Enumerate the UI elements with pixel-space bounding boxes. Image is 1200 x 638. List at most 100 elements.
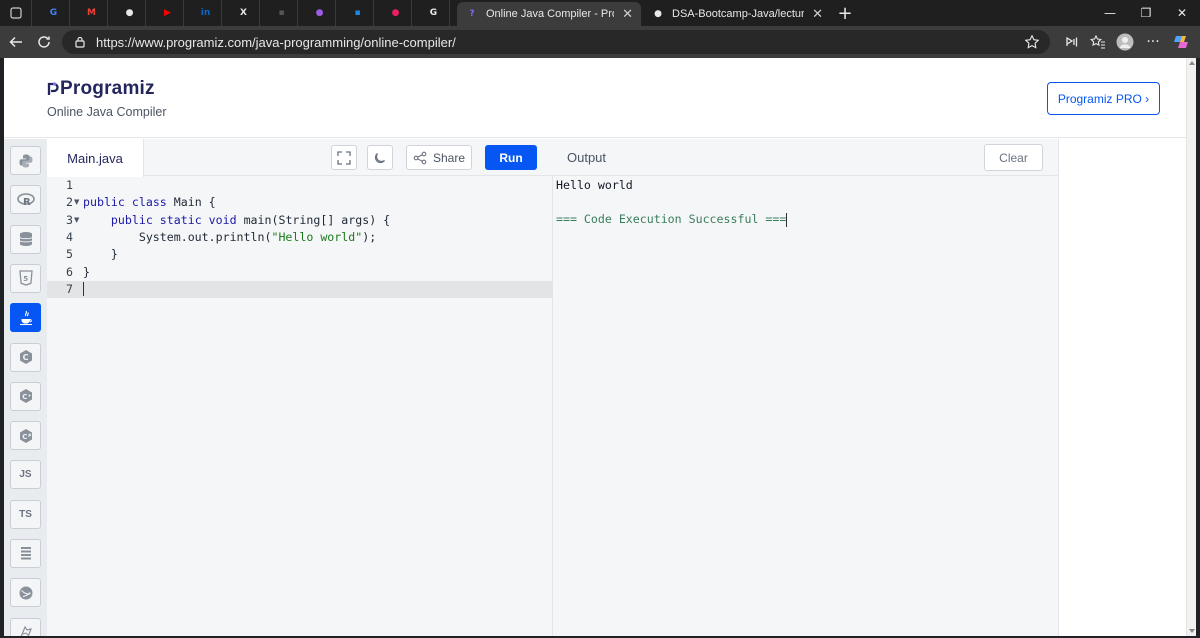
code-line: 7 bbox=[47, 280, 553, 298]
back-button[interactable] bbox=[4, 30, 28, 54]
right-ad-space bbox=[1059, 139, 1186, 636]
browser-menu-button[interactable] bbox=[0, 0, 32, 26]
language-button-cpp[interactable]: C + bbox=[10, 381, 41, 411]
run-button[interactable]: Run bbox=[485, 145, 537, 170]
output-line: Hello world bbox=[556, 178, 633, 192]
read-aloud-button[interactable] bbox=[1060, 30, 1084, 54]
language-button-rust[interactable] bbox=[10, 617, 41, 636]
language-button-c[interactable]: C bbox=[10, 342, 41, 372]
code-input-area[interactable]: 1 2 ▼ public class Main {3 ▼ public static v… bbox=[47, 177, 553, 636]
app-blue-favicon-icon: ▪ bbox=[354, 7, 361, 18]
arrow-left-icon bbox=[9, 36, 22, 48]
url-text: https://www.programiz.com/java-programmi… bbox=[96, 34, 456, 50]
code-text: } bbox=[83, 247, 118, 262]
pinned-tab-gmail[interactable]: M bbox=[76, 0, 108, 26]
c-icon: C bbox=[18, 349, 34, 365]
x-favicon-icon: X bbox=[240, 7, 247, 18]
scroll-down-icon[interactable] bbox=[1189, 629, 1195, 633]
language-sidebar: R 5 C C + C # JS TS bbox=[4, 139, 47, 636]
language-button-r[interactable]: R bbox=[10, 185, 41, 215]
programiz-pro-button[interactable]: Programiz PRO › bbox=[1047, 82, 1160, 115]
clear-button[interactable]: Clear bbox=[984, 144, 1043, 171]
line-number: 6 bbox=[66, 264, 73, 279]
close-window-button[interactable]: ✕ bbox=[1164, 0, 1200, 26]
tab-dsa-bootcamp[interactable]: ● DSA-Bootcamp-Java/lectures/05- ✕ bbox=[643, 2, 831, 26]
code-text bbox=[83, 281, 84, 298]
code-line: 2 ▼ public class Main { bbox=[47, 194, 553, 211]
google-favicon-icon: G bbox=[49, 7, 58, 18]
pinned-tab-app-dark[interactable]: ▪ bbox=[266, 0, 298, 26]
profile-button[interactable] bbox=[1113, 30, 1137, 54]
java-icon bbox=[18, 310, 34, 326]
language-button-python[interactable] bbox=[10, 146, 41, 175]
language-button-csharp[interactable]: C # bbox=[10, 421, 41, 451]
fold-arrow-icon[interactable]: ▼ bbox=[74, 212, 79, 229]
maximize-button[interactable]: ❐ bbox=[1128, 0, 1164, 26]
share-label: Share bbox=[432, 150, 466, 165]
reload-button[interactable] bbox=[32, 30, 56, 54]
reload-icon bbox=[38, 36, 50, 48]
app-dark-favicon-icon: ▪ bbox=[278, 7, 285, 18]
csharp-icon: C # bbox=[18, 428, 34, 444]
pinned-tab-google-alt[interactable]: G bbox=[418, 0, 450, 26]
close-tab-icon[interactable]: ✕ bbox=[622, 7, 633, 22]
language-button-swift[interactable] bbox=[10, 578, 41, 608]
rust-icon bbox=[18, 624, 34, 636]
gmail-favicon-icon: M bbox=[87, 7, 96, 18]
pinned-tab-app-blue[interactable]: ▪ bbox=[342, 0, 374, 26]
code-text: System.out.println("Hello world"); bbox=[83, 229, 377, 244]
page-scrollbar[interactable] bbox=[1186, 58, 1196, 636]
dark-mode-button[interactable] bbox=[367, 145, 393, 170]
language-button-typescript[interactable]: TS bbox=[10, 499, 41, 529]
svg-text:C: C bbox=[22, 353, 28, 362]
fullscreen-button[interactable] bbox=[331, 145, 357, 170]
pinned-tab-youtube[interactable]: ▶ bbox=[152, 0, 184, 26]
code-editor-panel: Main.java Share Run 1 2 ▼ public class Main… bbox=[47, 139, 553, 636]
r-icon: R bbox=[16, 192, 35, 207]
code-line: 4 System.out.println("Hello world"); bbox=[47, 229, 553, 246]
bookmark-star-icon[interactable] bbox=[1024, 34, 1040, 55]
favorites-button[interactable] bbox=[1086, 30, 1110, 54]
copilot-icon bbox=[1174, 36, 1188, 48]
javascript-label: JS bbox=[19, 469, 32, 481]
pinned-tab-app-purple[interactable]: ● bbox=[304, 0, 336, 26]
close-tab-icon[interactable]: ✕ bbox=[812, 7, 823, 22]
line-number: 3 bbox=[66, 212, 73, 227]
line-number: 5 bbox=[66, 247, 73, 262]
language-button-go[interactable] bbox=[10, 539, 41, 568]
tab-online-java-compiler[interactable]: ? Online Java Compiler - Programiz ✕ bbox=[457, 2, 641, 26]
language-button-sql[interactable] bbox=[10, 224, 41, 254]
line-number: 2 bbox=[66, 195, 73, 210]
pinned-tab-github[interactable]: ● bbox=[114, 0, 146, 26]
pinned-tab-x[interactable]: X bbox=[228, 0, 260, 26]
fold-arrow-icon[interactable]: ▼ bbox=[74, 194, 79, 211]
site-header: Programiz Online Java Compiler Programiz… bbox=[4, 58, 1196, 138]
settings-more-button[interactable]: ··· bbox=[1141, 30, 1165, 54]
pinned-tab-linkedin[interactable]: in bbox=[190, 0, 222, 26]
avatar-icon bbox=[1116, 33, 1134, 51]
language-button-java[interactable] bbox=[10, 303, 41, 333]
share-button[interactable]: Share bbox=[406, 145, 472, 170]
scroll-up-icon[interactable] bbox=[1189, 61, 1195, 65]
tab-actions-icon bbox=[9, 7, 22, 19]
site-info-icon[interactable] bbox=[72, 34, 88, 50]
pinned-tab-google[interactable]: G bbox=[38, 0, 70, 26]
youtube-favicon-icon: ▶ bbox=[164, 7, 171, 18]
more-horizontal-icon: ··· bbox=[1146, 34, 1160, 50]
editor-toolbar: Main.java Share Run bbox=[47, 139, 553, 177]
new-tab-button[interactable]: + bbox=[834, 2, 856, 24]
language-button-html[interactable]: 5 bbox=[10, 263, 41, 293]
page-subtitle: Online Java Compiler bbox=[47, 105, 167, 119]
svg-text:+: + bbox=[27, 393, 31, 399]
copilot-button[interactable] bbox=[1169, 30, 1193, 54]
favorites-icon bbox=[1090, 34, 1105, 49]
sql-icon bbox=[19, 231, 33, 247]
line-number: 4 bbox=[66, 229, 73, 244]
minimize-button[interactable]: — bbox=[1092, 0, 1128, 26]
code-text: public class Main { bbox=[83, 195, 216, 210]
programiz-logo[interactable]: Programiz bbox=[47, 78, 155, 100]
file-tab-main-java[interactable]: Main.java bbox=[47, 139, 144, 177]
address-bar[interactable]: https://www.programiz.com/java-programmi… bbox=[62, 30, 1050, 54]
pinned-tab-app-pink[interactable]: ● bbox=[380, 0, 412, 26]
language-button-javascript[interactable]: JS bbox=[10, 460, 41, 490]
